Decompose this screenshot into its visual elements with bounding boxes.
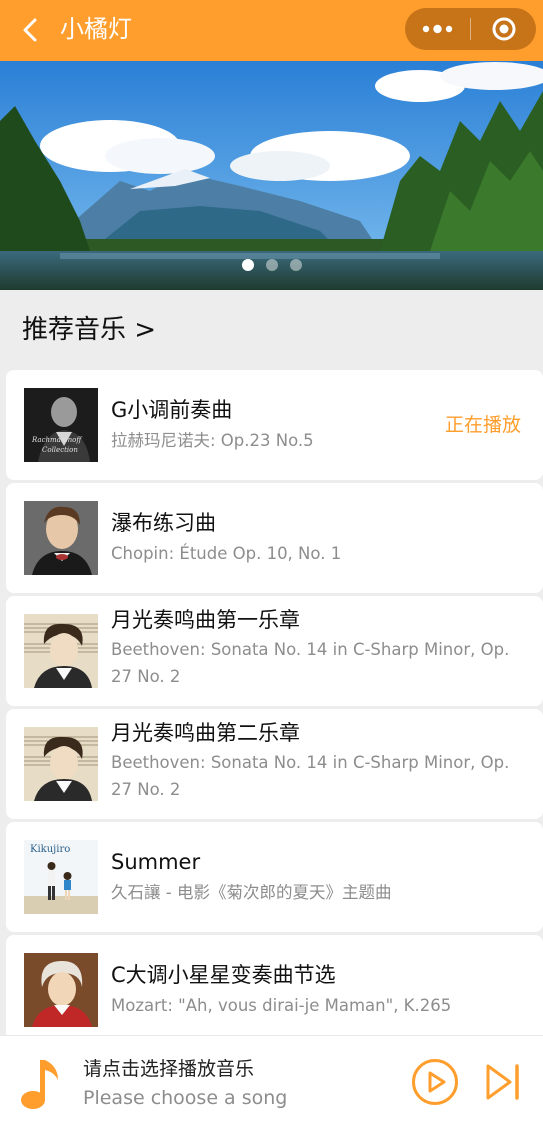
song-title: 瀑布练习曲 bbox=[111, 511, 216, 535]
next-track-icon[interactable] bbox=[484, 1060, 522, 1104]
song-item[interactable]: Rachmaninoff Collection G小调前奏曲 拉赫玛尼诺夫: Op… bbox=[6, 370, 543, 480]
album-cover-rachmaninoff: Rachmaninoff Collection bbox=[24, 388, 98, 462]
music-note-icon bbox=[18, 1056, 62, 1112]
song-title: 月光奏鸣曲第二乐章 bbox=[111, 721, 300, 745]
recommended-music-heading[interactable]: 推荐音乐 > bbox=[22, 312, 156, 348]
song-artist: Beethoven: Sonata No. 14 in C-Sharp Mino… bbox=[111, 753, 510, 799]
song-item[interactable]: 月光奏鸣曲第一乐章 Beethoven: Sonata No. 14 in C-… bbox=[6, 596, 543, 706]
song-artist: 久石讓 - 电影《菊次郎的夏天》主题曲 bbox=[111, 883, 392, 902]
song-title: 月光奏鸣曲第一乐章 bbox=[111, 608, 300, 632]
now-playing-badge: 正在播放 bbox=[444, 414, 521, 436]
song-artist: Chopin: Étude Op. 10, No. 1 bbox=[111, 544, 342, 563]
player-bar[interactable]: 请点击选择播放音乐 Please choose a song bbox=[0, 1035, 543, 1130]
navigation-bar: 小橘灯 bbox=[0, 0, 543, 61]
player-subtitle: Please choose a song bbox=[83, 1087, 288, 1109]
song-artist: Mozart: "Ah, vous dirai-je Maman", K.265 bbox=[111, 996, 452, 1015]
album-cover-beethoven bbox=[24, 727, 98, 801]
song-artist: Beethoven: Sonata No. 14 in C-Sharp Mino… bbox=[111, 640, 510, 686]
album-cover-beethoven bbox=[24, 614, 98, 688]
carousel-dot[interactable] bbox=[289, 259, 302, 271]
player-title: 请点击选择播放音乐 bbox=[83, 1058, 255, 1080]
song-item[interactable]: 瀑布练习曲 Chopin: Étude Op. 10, No. 1 bbox=[6, 483, 543, 593]
page-title: 小橘灯 bbox=[60, 15, 132, 43]
song-item[interactable]: 月光奏鸣曲第二乐章 Beethoven: Sonata No. 14 in C-… bbox=[6, 709, 543, 819]
back-arrow-icon[interactable] bbox=[18, 16, 46, 44]
svg-text:Rachmaninoff: Rachmaninoff bbox=[31, 436, 82, 444]
close-mini-program-icon[interactable] bbox=[471, 8, 536, 50]
carousel-indicator bbox=[0, 256, 543, 275]
album-cover-kikujiro: Kikujiro bbox=[24, 840, 98, 914]
more-options-icon[interactable] bbox=[405, 8, 470, 50]
album-cover-chopin bbox=[24, 501, 98, 575]
song-item[interactable]: C大调小星星变奏曲节选 Mozart: "Ah, vous dirai-je M… bbox=[6, 935, 543, 1045]
song-title: Summer bbox=[111, 850, 201, 874]
mini-program-capsule bbox=[405, 8, 536, 50]
song-list: Rachmaninoff Collection G小调前奏曲 拉赫玛尼诺夫: Op… bbox=[6, 370, 543, 1048]
play-button-icon[interactable] bbox=[411, 1058, 459, 1106]
song-item[interactable]: Kikujiro Summer 久石讓 - 电影《菊次郎的夏天》主题曲 bbox=[6, 822, 543, 932]
album-cover-mozart bbox=[24, 953, 98, 1027]
song-title: G小调前奏曲 bbox=[111, 398, 233, 422]
carousel-dot[interactable] bbox=[265, 259, 278, 271]
song-title: C大调小星星变奏曲节选 bbox=[111, 963, 336, 987]
banner-carousel[interactable] bbox=[0, 61, 543, 290]
cover-title-text: Kikujiro bbox=[30, 844, 70, 855]
carousel-dot[interactable] bbox=[241, 259, 254, 271]
svg-text:Collection: Collection bbox=[42, 446, 78, 454]
